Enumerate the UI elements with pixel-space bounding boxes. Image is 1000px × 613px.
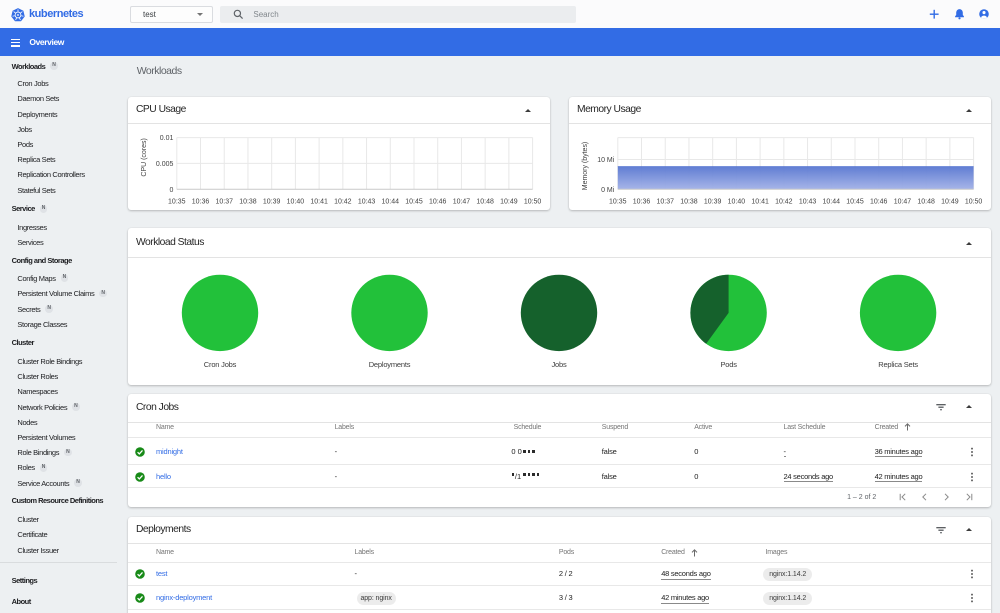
svg-text:10:36: 10:36 xyxy=(633,198,651,205)
svg-text:10:49: 10:49 xyxy=(500,198,518,205)
svg-text:10 Mi: 10 Mi xyxy=(597,157,615,164)
svg-text:10:36: 10:36 xyxy=(192,198,210,205)
svg-text:Memory (bytes): Memory (bytes) xyxy=(582,142,589,191)
svg-text:CPU (cores): CPU (cores) xyxy=(141,138,148,176)
svg-text:10:39: 10:39 xyxy=(704,198,722,205)
svg-text:10:44: 10:44 xyxy=(823,198,841,205)
svg-text:10:43: 10:43 xyxy=(358,198,376,205)
svg-text:10:40: 10:40 xyxy=(287,198,305,205)
svg-text:0.005: 0.005 xyxy=(156,161,174,168)
svg-text:0 Mi: 0 Mi xyxy=(601,187,615,194)
svg-text:10:37: 10:37 xyxy=(215,198,233,205)
svg-text:10:44: 10:44 xyxy=(382,198,400,205)
svg-text:10:47: 10:47 xyxy=(453,198,471,205)
svg-text:10:38: 10:38 xyxy=(680,198,698,205)
svg-text:10:35: 10:35 xyxy=(168,198,186,205)
svg-text:0: 0 xyxy=(170,187,174,194)
svg-text:10:39: 10:39 xyxy=(263,198,281,205)
svg-text:10:37: 10:37 xyxy=(656,198,674,205)
svg-text:10:40: 10:40 xyxy=(728,198,746,205)
svg-text:10:46: 10:46 xyxy=(429,198,447,205)
svg-text:10:41: 10:41 xyxy=(751,198,769,205)
svg-text:10:46: 10:46 xyxy=(870,198,888,205)
svg-text:10:50: 10:50 xyxy=(965,198,983,205)
svg-text:10:35: 10:35 xyxy=(609,198,627,205)
svg-text:10:42: 10:42 xyxy=(334,198,352,205)
svg-text:10:48: 10:48 xyxy=(917,198,935,205)
svg-text:10:41: 10:41 xyxy=(310,198,328,205)
svg-text:0.01: 0.01 xyxy=(160,135,174,142)
svg-text:10:43: 10:43 xyxy=(799,198,817,205)
svg-text:10:38: 10:38 xyxy=(239,198,257,205)
svg-text:10:49: 10:49 xyxy=(941,198,959,205)
svg-text:10:45: 10:45 xyxy=(405,198,423,205)
svg-text:10:45: 10:45 xyxy=(846,198,864,205)
svg-text:10:50: 10:50 xyxy=(524,198,542,205)
svg-text:10:47: 10:47 xyxy=(894,198,912,205)
svg-text:10:48: 10:48 xyxy=(476,198,494,205)
svg-text:10:42: 10:42 xyxy=(775,198,793,205)
